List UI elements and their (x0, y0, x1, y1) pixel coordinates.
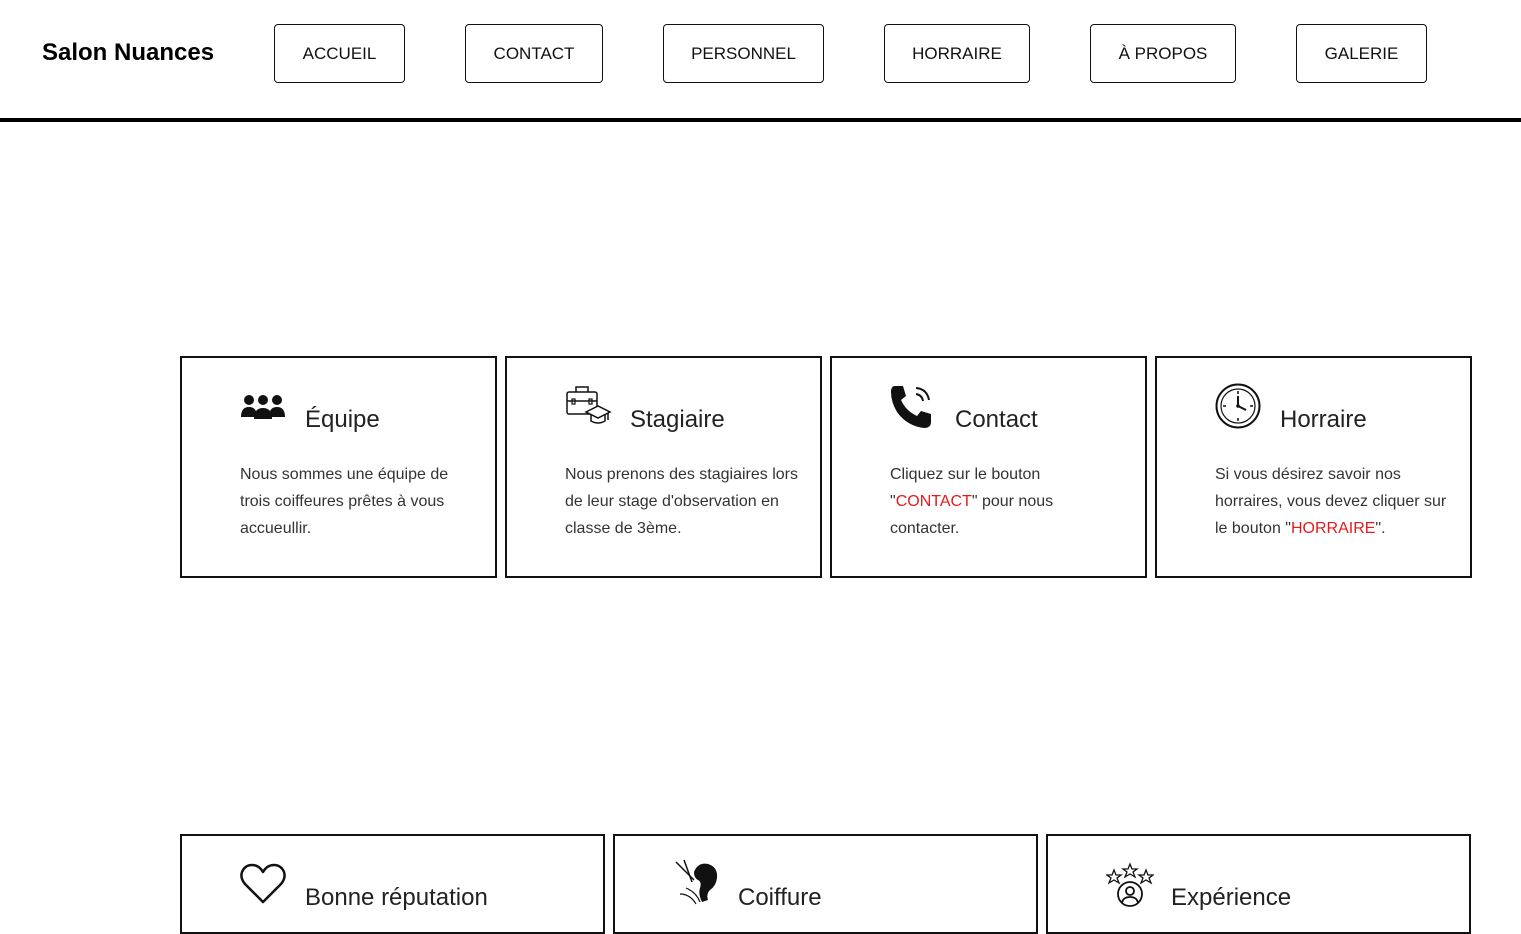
card-title: Horraire (1280, 406, 1367, 433)
card-contact: Contact Cliquez sur le bouton "CONTACT" … (830, 356, 1147, 578)
briefcase-graduation-icon (566, 386, 612, 424)
card-title: Expérience (1171, 884, 1292, 911)
card-horraire: Horraire Si vous désirez savoir nos horr… (1155, 356, 1472, 578)
stars-user-icon (1106, 862, 1154, 907)
nav-button-contact[interactable]: CONTACT (465, 24, 603, 83)
nav-button-a-propos[interactable]: À PROPOS (1090, 24, 1236, 83)
card-title: Bonne réputation (305, 884, 488, 911)
horraire-link[interactable]: HORRAIRE (1291, 520, 1375, 537)
hair-icon (675, 859, 718, 905)
header: Salon Nuances ACCUEIL CONTACT PERSONNEL … (0, 0, 1521, 122)
nav-button-horraire[interactable]: HORRAIRE (884, 24, 1030, 83)
phone-icon (891, 386, 931, 428)
card-coiffure: Coiffure (613, 834, 1038, 934)
card-bonne-reputation: Bonne réputation (180, 834, 605, 934)
card-text: Cliquez sur le bouton "CONTACT" pour nou… (890, 466, 1054, 537)
nav-button-accueil[interactable]: ACCUEIL (274, 24, 405, 83)
card-title: Coiffure (738, 884, 822, 911)
team-icon (241, 395, 285, 419)
clock-icon (1215, 383, 1261, 429)
contact-link[interactable]: CONTACT (896, 493, 972, 510)
heart-icon (240, 863, 286, 904)
card-text: Si vous désirez savoir nos horraires, vo… (1215, 466, 1447, 537)
card-title: Stagiaire (630, 406, 725, 433)
nav-button-galerie[interactable]: GALERIE (1296, 24, 1427, 83)
card-experience: Expérience (1046, 834, 1471, 934)
card-text: Nous sommes une équipe de trois coiffeur… (240, 466, 449, 537)
brand-title: Salon Nuances (42, 39, 215, 66)
card-text: Nous prenons des stagiaires lors de leur… (565, 466, 799, 537)
card-equipe: Équipe Nous sommes une équipe de trois c… (180, 356, 497, 578)
card-title: Contact (955, 406, 1038, 433)
card-stagiaire: Stagiaire Nous prenons des stagiaires lo… (505, 356, 822, 578)
card-title: Équipe (305, 406, 380, 433)
nav-button-personnel[interactable]: PERSONNEL (663, 24, 824, 83)
